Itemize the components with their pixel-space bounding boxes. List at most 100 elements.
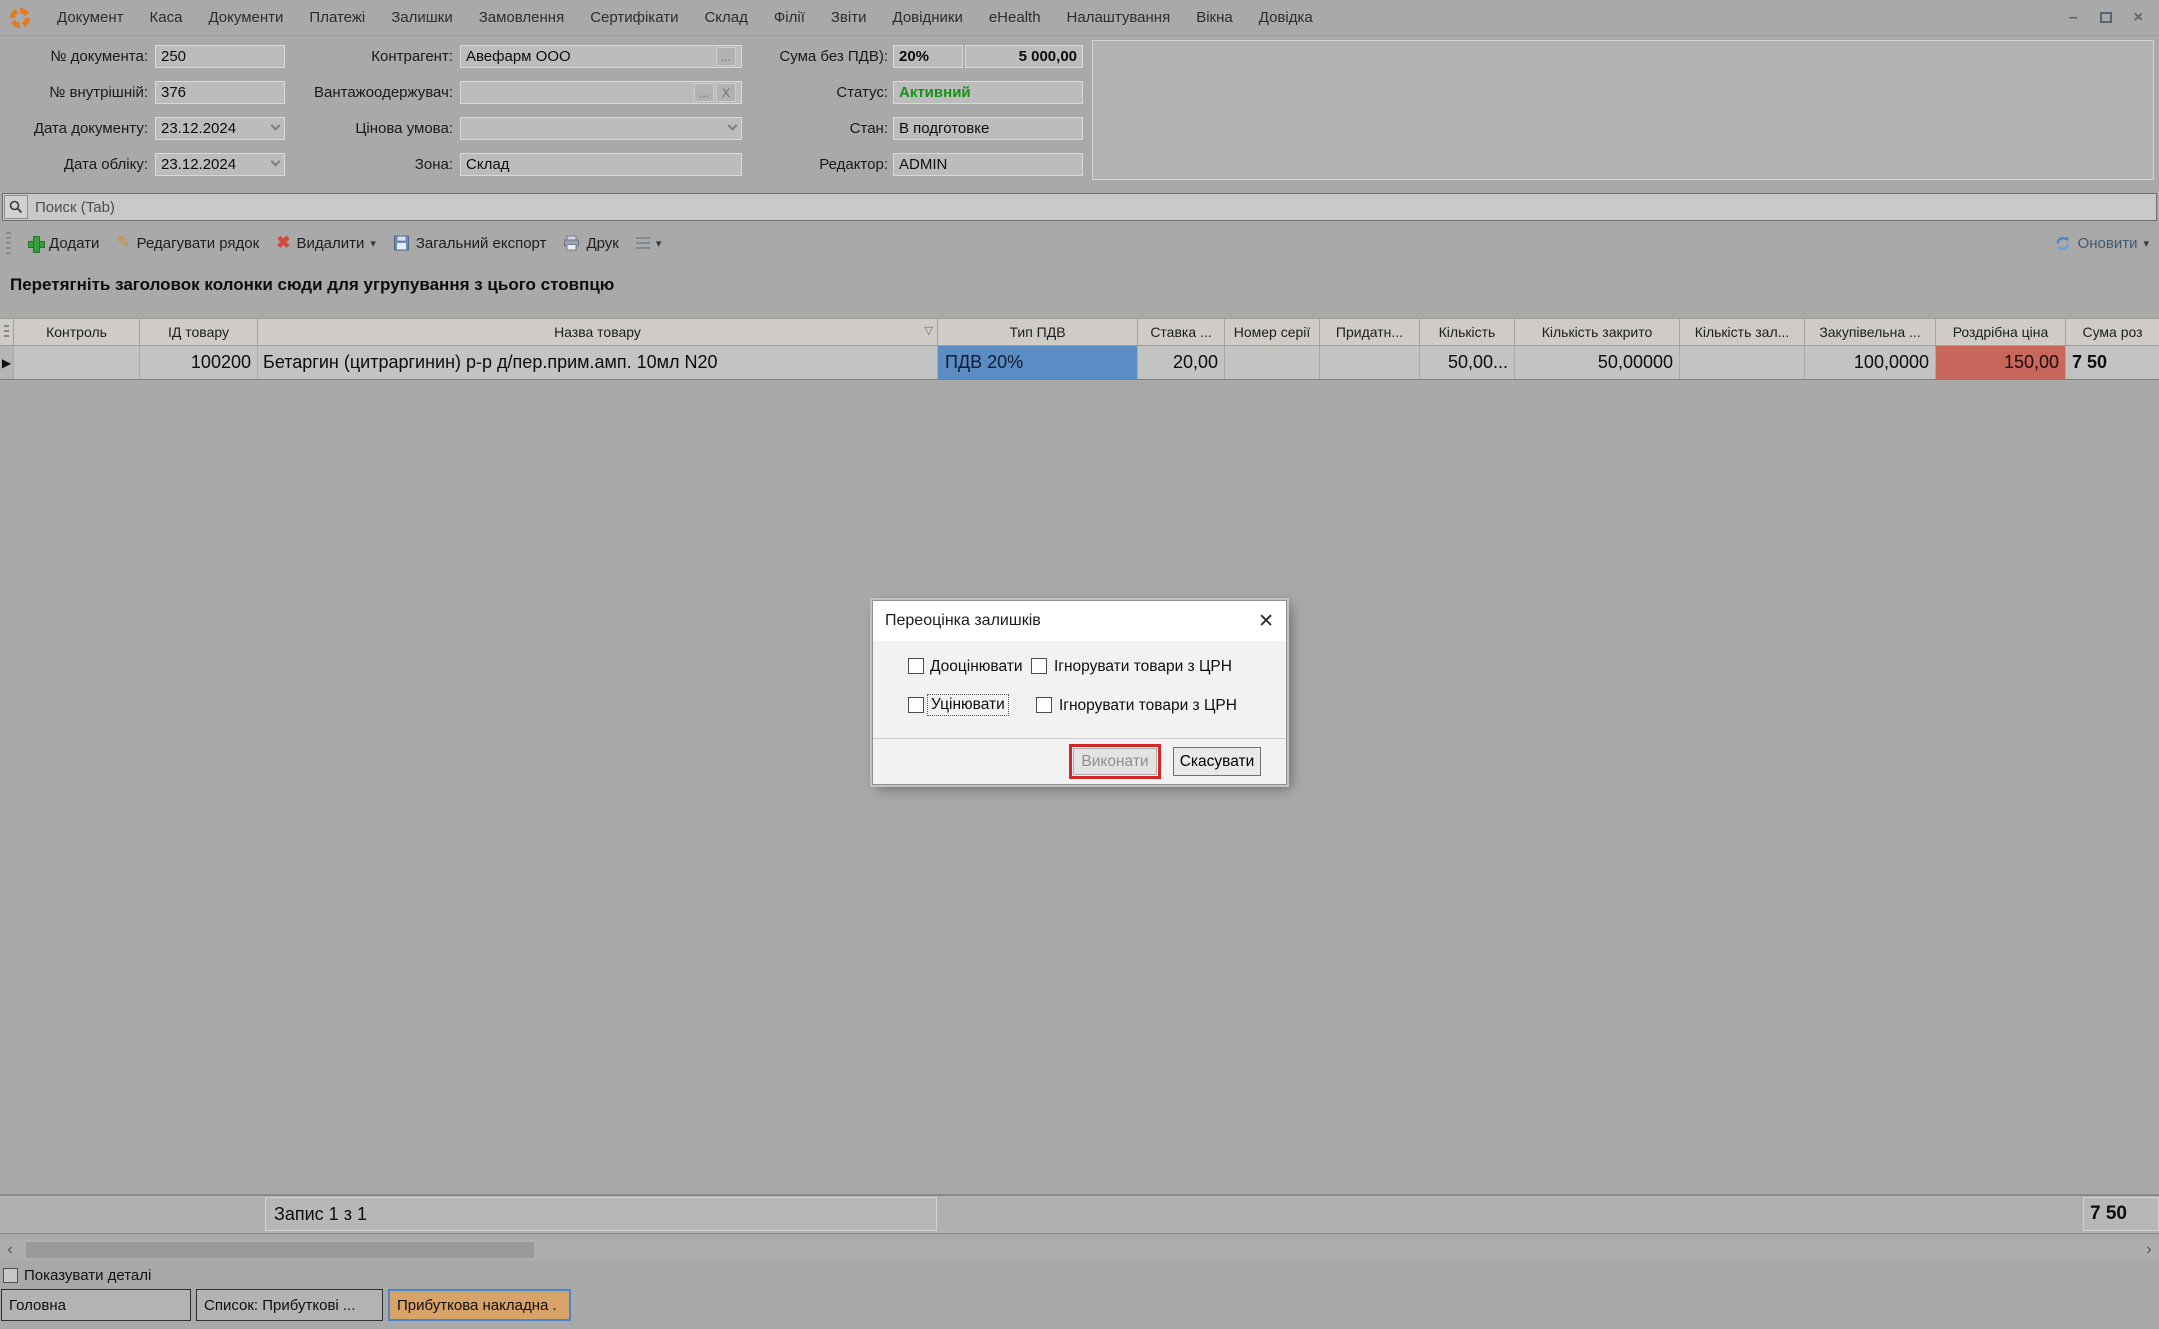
filter-funnel-icon[interactable]: ▽ (925, 326, 933, 337)
menu-dokument[interactable]: Документ (44, 0, 137, 36)
cell-vat-rate[interactable]: 20,00 (1138, 346, 1225, 379)
delete-button[interactable]: ✖Видалити▾ (272, 230, 380, 256)
cell-product-name[interactable]: Бетаргин (цитраргинин) р-р д/пер.прим.ам… (258, 346, 938, 379)
contractor-browse-button[interactable]: ... (716, 47, 736, 66)
tab-holovna[interactable]: Головна (1, 1289, 191, 1321)
cell-product-id[interactable]: 100200 (140, 346, 258, 379)
column-header-expiry[interactable]: Придатн... (1320, 319, 1420, 345)
cell-serial[interactable] (1225, 346, 1320, 379)
menu-dovidka[interactable]: Довідка (1246, 0, 1326, 36)
refresh-button[interactable]: Оновити ▾ (2054, 235, 2159, 252)
menu-dokumenty[interactable]: Документи (195, 0, 296, 36)
cell-quantity[interactable]: 50,00... (1420, 346, 1515, 379)
search-input[interactable] (29, 199, 2156, 216)
cell-quantity-closed[interactable]: 50,00000 (1515, 346, 1680, 379)
column-header-product-id[interactable]: ІД товару (140, 319, 258, 345)
upvalue-checkbox-label[interactable]: Дооцінювати (930, 658, 1023, 676)
zone-field[interactable]: Склад (460, 153, 742, 176)
menu-sklad[interactable]: Склад (691, 0, 760, 36)
cell-retail-price[interactable]: 150,00 (1936, 346, 2066, 379)
column-header-control[interactable]: Контроль (14, 319, 140, 345)
chevron-down-icon[interactable] (728, 121, 738, 131)
column-header-vat-rate[interactable]: Ставка ... (1138, 319, 1225, 345)
chevron-down-icon[interactable]: ▾ (370, 237, 376, 250)
chevron-down-icon[interactable]: ▾ (2143, 237, 2149, 250)
column-header-serial[interactable]: Номер серії (1225, 319, 1320, 345)
downvalue-checkbox[interactable] (908, 697, 924, 713)
column-header-label: Назва товару (554, 324, 641, 340)
close-icon[interactable]: × (2134, 9, 2143, 27)
execute-button[interactable]: Виконати (1073, 748, 1157, 775)
ignore-crn-checkbox-2[interactable] (1036, 697, 1052, 713)
ignore-crn-checkbox-1[interactable] (1031, 658, 1047, 674)
price-condition-field[interactable] (460, 117, 742, 140)
column-header-quantity-closed[interactable]: Кількість закрито (1515, 319, 1680, 345)
consignee-browse-button[interactable]: ... (694, 83, 714, 102)
column-header-purchase-price[interactable]: Закупівельна ... (1805, 319, 1936, 345)
tab-spysok-prybutkovi[interactable]: Список: Прибуткові ... (196, 1289, 383, 1321)
chevron-down-icon[interactable] (271, 157, 281, 167)
internal-number-field[interactable]: 376 (155, 81, 285, 104)
menu-filii[interactable]: Філії (761, 0, 818, 36)
group-by-panel[interactable]: Перетягніть заголовок колонки сюди для у… (0, 262, 2159, 308)
consignee-field[interactable]: ... X (460, 81, 742, 104)
menu-zvity[interactable]: Звіти (818, 0, 880, 36)
menu-platezhi[interactable]: Платежі (296, 0, 378, 36)
menu-sertyfikaty[interactable]: Сертифікати (577, 0, 691, 36)
downvalue-checkbox-label[interactable]: Уцінювати (928, 695, 1008, 715)
scroll-left-icon[interactable]: ‹ (2, 1240, 18, 1260)
contractor-field[interactable]: Авефарм ООО ... (460, 45, 742, 68)
column-header-retail-price[interactable]: Роздрібна ціна (1936, 319, 2066, 345)
cell-retail-sum[interactable]: 7 50 (2066, 346, 2159, 379)
doc-number-field[interactable]: 250 (155, 45, 285, 68)
menu-dovidnyky[interactable]: Довідники (880, 0, 976, 36)
price-condition-label: Цінова умова: (285, 117, 453, 140)
chevron-down-icon[interactable] (271, 121, 281, 131)
print-button[interactable]: Друк (559, 232, 622, 255)
scroll-right-icon[interactable]: › (2141, 1240, 2157, 1260)
chevron-down-icon: ▾ (656, 237, 662, 250)
delete-button-label: Видалити (296, 235, 364, 252)
minimize-icon[interactable]: – (2069, 9, 2078, 27)
upvalue-checkbox[interactable] (908, 658, 924, 674)
close-icon[interactable]: ✕ (1258, 610, 1274, 633)
menu-zamovlennia[interactable]: Замовлення (466, 0, 577, 36)
column-header-quantity[interactable]: Кількість (1420, 319, 1515, 345)
toolbar-grip-icon[interactable] (6, 232, 11, 254)
menu-zalyshky[interactable]: Залишки (378, 0, 466, 36)
restore-icon[interactable] (2100, 12, 2112, 23)
account-date-field[interactable]: 23.12.2024 (155, 153, 285, 176)
dialog-title-bar[interactable]: Переоцінка залишків ✕ (873, 601, 1286, 641)
horizontal-scrollbar[interactable]: ‹ › (0, 1240, 2159, 1260)
tab-prybutkova-nakladna[interactable]: Прибуткова накладна . (388, 1289, 571, 1321)
scrollbar-thumb[interactable] (26, 1242, 534, 1258)
menu-nalashtuvannia[interactable]: Налаштування (1054, 0, 1184, 36)
export-button[interactable]: Загальний експорт (389, 232, 551, 255)
column-header-retail-sum[interactable]: Сума роз (2066, 319, 2159, 345)
ignore-crn-label-1[interactable]: Ігнорувати товари з ЦРН (1054, 658, 1232, 676)
add-button[interactable]: Додати (24, 232, 103, 255)
doc-date-field[interactable]: 23.12.2024 (155, 117, 285, 140)
printer-icon (563, 235, 580, 251)
status-field: Активний (893, 81, 1083, 104)
menu-ehealth[interactable]: eHealth (976, 0, 1054, 36)
cell-quantity-left[interactable] (1680, 346, 1805, 379)
menu-vikna[interactable]: Вікна (1183, 0, 1246, 36)
show-details-checkbox[interactable] (3, 1268, 18, 1283)
show-details-label[interactable]: Показувати деталі (24, 1267, 151, 1284)
ignore-crn-label-2[interactable]: Ігнорувати товари з ЦРН (1059, 697, 1237, 715)
footer-sum-cell: 7 50 (2083, 1197, 2159, 1231)
column-header-quantity-left[interactable]: Кількість зал... (1680, 319, 1805, 345)
column-chooser-button[interactable]: ▾ (632, 234, 666, 253)
cell-purchase-price[interactable]: 100,0000 (1805, 346, 1936, 379)
cell-control[interactable] (14, 346, 140, 379)
edit-row-button[interactable]: ✎Редагувати рядок (112, 230, 263, 256)
cell-expiry[interactable] (1320, 346, 1420, 379)
column-header-product-name[interactable]: Назва товару ▽ (258, 319, 938, 345)
cancel-button[interactable]: Скасувати (1173, 747, 1261, 776)
table-row[interactable]: ▶ 100200 Бетаргин (цитраргинин) р-р д/пе… (0, 346, 2159, 380)
menu-kasa[interactable]: Каса (137, 0, 196, 36)
cell-vat-type[interactable]: ПДВ 20% (938, 346, 1138, 379)
consignee-clear-button[interactable]: X (716, 83, 736, 102)
column-header-vat-type[interactable]: Тип ПДВ (938, 319, 1138, 345)
